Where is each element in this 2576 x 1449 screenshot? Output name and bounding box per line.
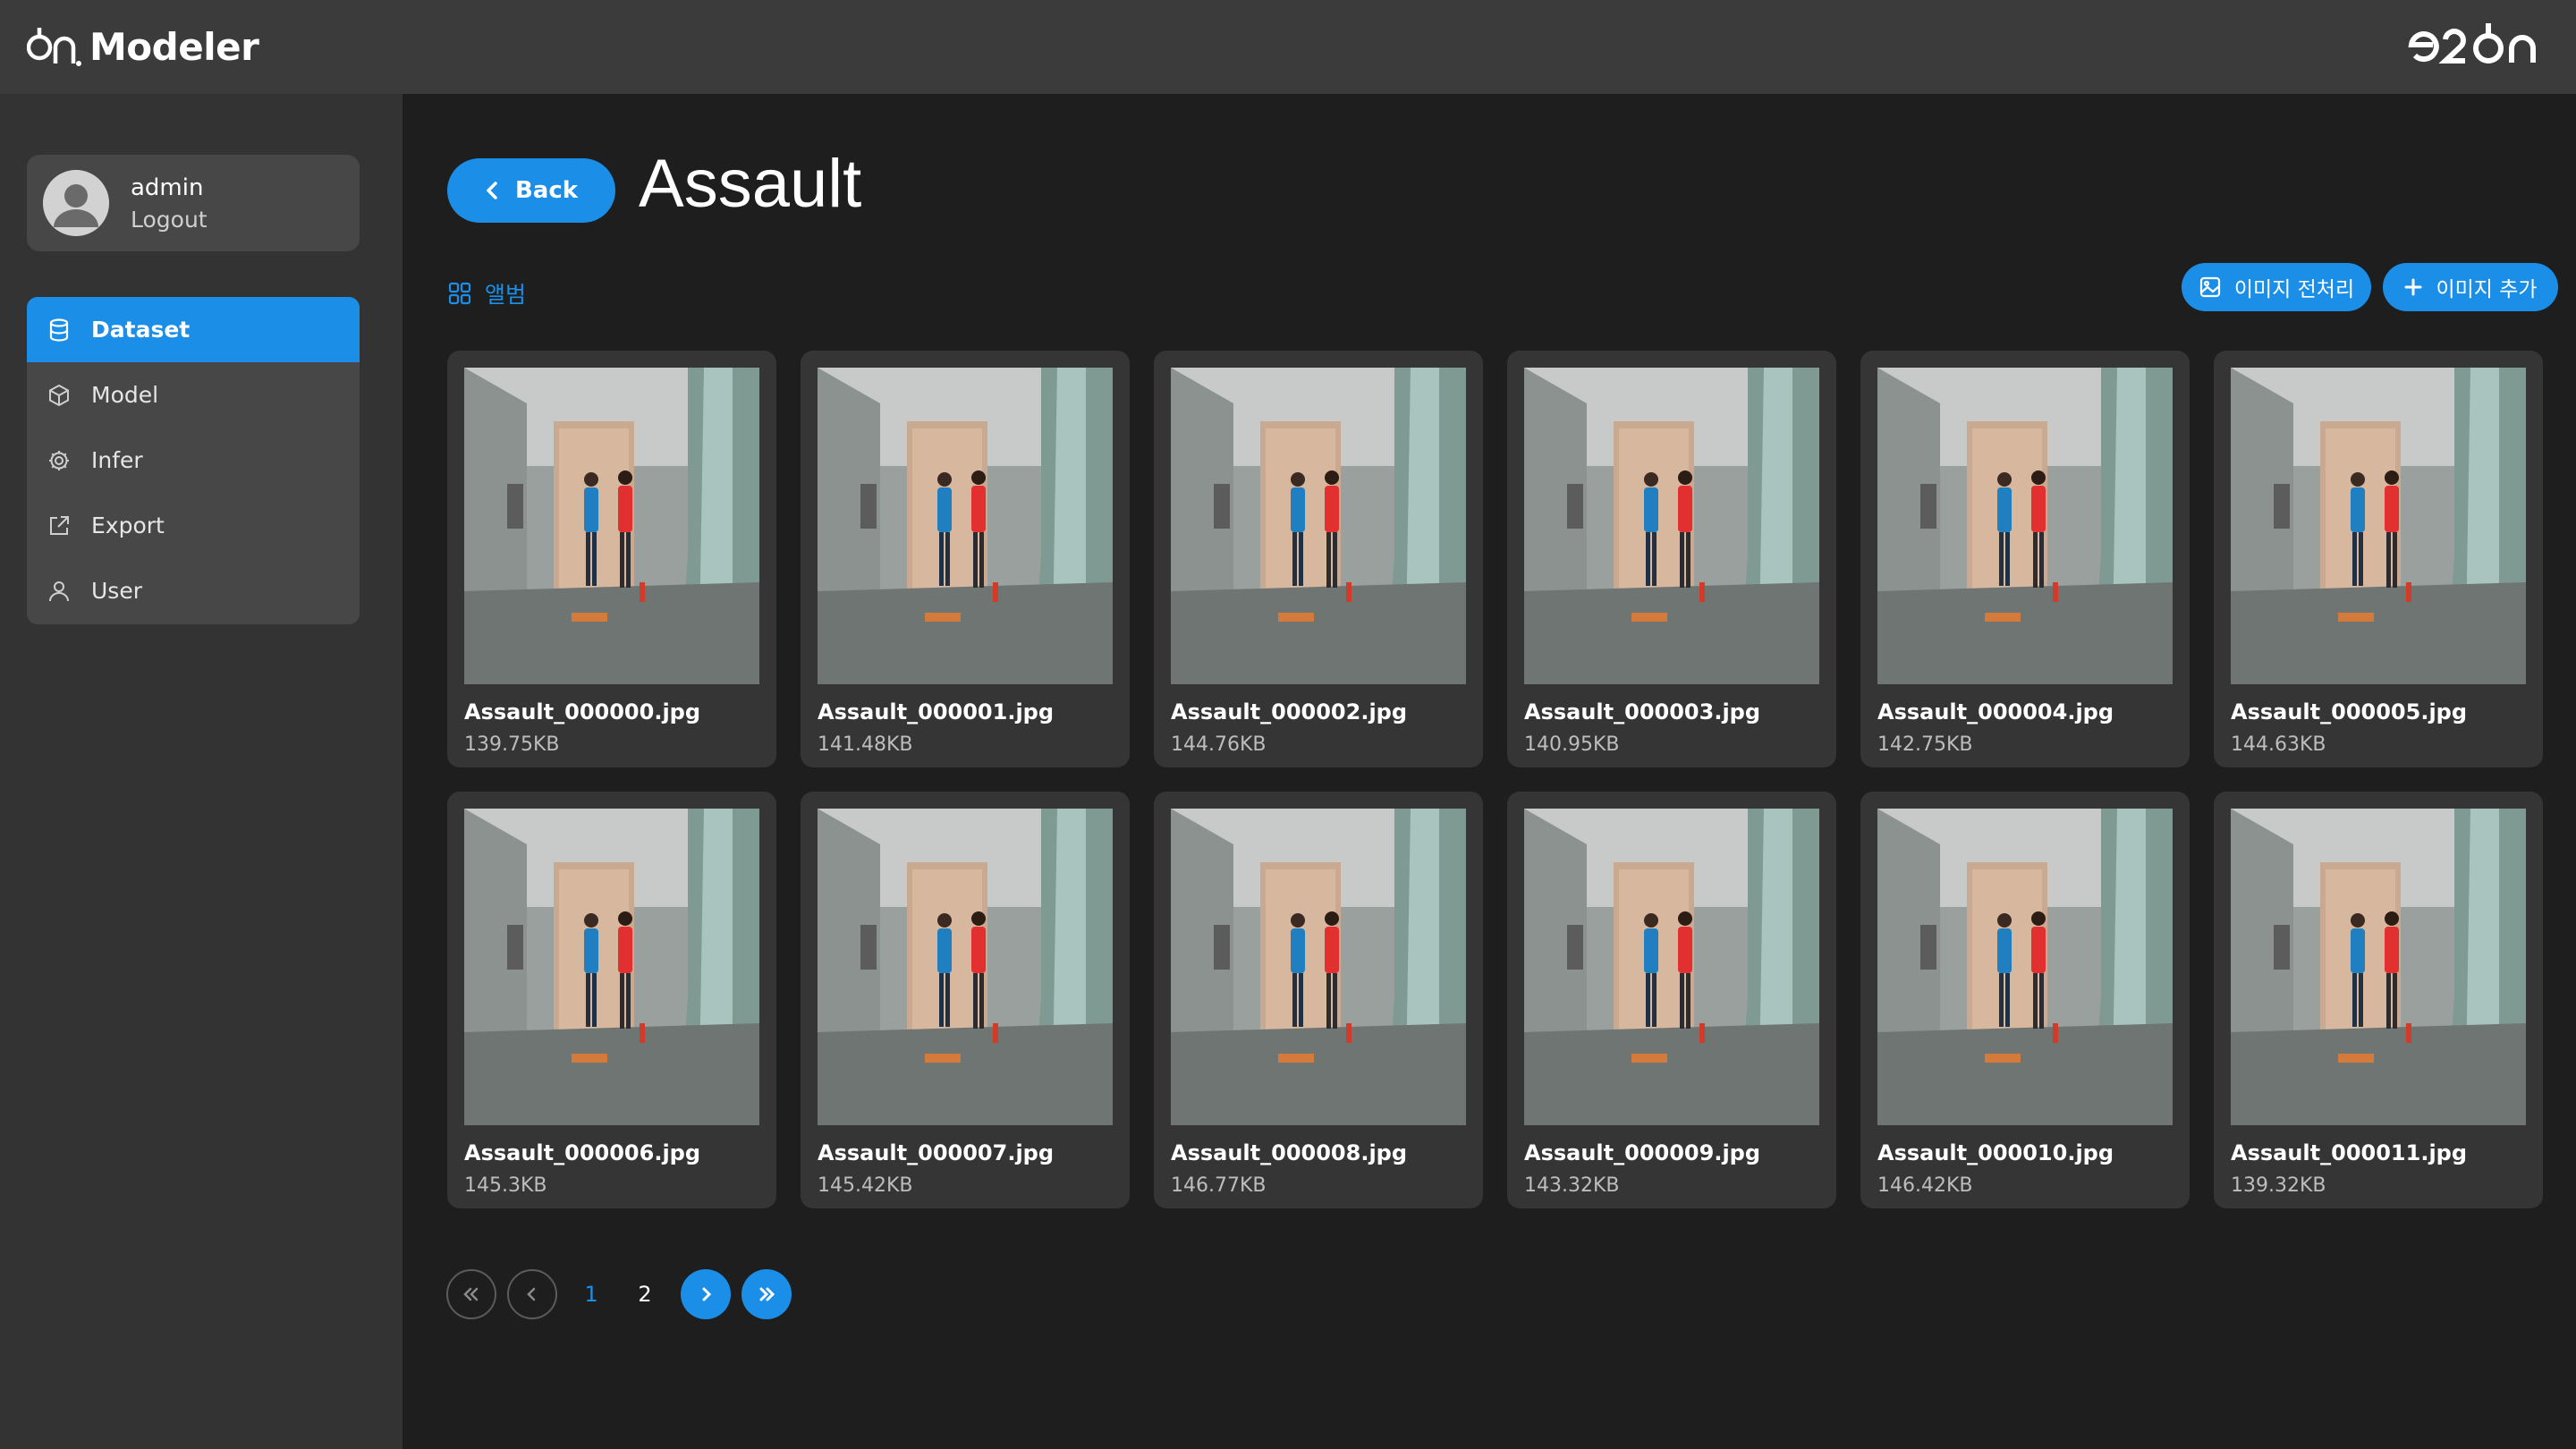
app-name: Modeler: [89, 24, 259, 69]
image-thumbnail[interactable]: [1524, 809, 1819, 1125]
sidebar-item-label: User: [91, 578, 142, 604]
user-icon: [49, 580, 69, 601]
chevron-left-icon: [487, 182, 497, 199]
image-icon: [2199, 276, 2220, 298]
image-card[interactable]: Assault_000006.jpg 145.3KB: [447, 792, 776, 1208]
double-chevron-left-icon: [463, 1287, 479, 1301]
export-icon: [50, 515, 69, 535]
image-preprocess-button[interactable]: 이미지 전처리: [2182, 263, 2371, 311]
add-image-label: 이미지 추가: [2436, 278, 2538, 301]
back-label: Back: [514, 177, 579, 204]
grid-view-icon: [448, 282, 471, 305]
image-card[interactable]: Assault_000008.jpg 146.77KB: [1154, 792, 1483, 1208]
image-thumbnail[interactable]: [1171, 368, 1466, 684]
page-title: Assault: [639, 146, 862, 222]
image-filesize: 144.76KB: [1171, 733, 1267, 756]
album-view-toggle[interactable]: 앨범: [447, 277, 526, 309]
prev-page-button[interactable]: [507, 1269, 557, 1319]
add-image-button[interactable]: 이미지 추가: [2383, 263, 2558, 311]
image-filesize: 146.42KB: [1877, 1174, 1973, 1197]
image-thumbnail[interactable]: [1877, 368, 2173, 684]
image-card[interactable]: Assault_000010.jpg 146.42KB: [1860, 792, 2190, 1208]
image-filesize: 145.3KB: [464, 1174, 547, 1197]
image-filesize: 139.75KB: [464, 733, 560, 756]
sidebar-item-label: Dataset: [91, 317, 191, 343]
sidebar-item-dataset[interactable]: Dataset: [27, 297, 360, 362]
image-filesize: 142.75KB: [1877, 733, 1973, 756]
image-filename: Assault_000009.jpg: [1524, 1140, 1761, 1165]
on-logo-icon: [27, 28, 81, 66]
gear-icon: [49, 450, 69, 470]
image-card[interactable]: Assault_000004.jpg 142.75KB: [1860, 351, 2190, 767]
image-card[interactable]: Assault_000002.jpg 144.76KB: [1154, 351, 1483, 767]
image-filesize: 144.63KB: [2231, 733, 2326, 756]
chevron-right-icon: [702, 1287, 712, 1301]
image-thumbnail[interactable]: [818, 368, 1113, 684]
image-thumbnail[interactable]: [818, 809, 1113, 1125]
chevron-left-icon: [527, 1287, 536, 1301]
image-thumbnail[interactable]: [2231, 809, 2526, 1125]
page-number-2[interactable]: 2: [618, 1282, 672, 1307]
image-filename: Assault_000007.jpg: [818, 1140, 1055, 1165]
preprocess-label: 이미지 전처리: [2233, 278, 2355, 301]
image-card[interactable]: Assault_000003.jpg 140.95KB: [1507, 351, 1836, 767]
sidebar-item-user[interactable]: User: [27, 558, 360, 623]
double-chevron-right-icon: [759, 1287, 775, 1301]
sidebar-item-infer[interactable]: Infer: [27, 428, 360, 493]
image-filename: Assault_000004.jpg: [1877, 699, 2114, 724]
last-page-button[interactable]: [741, 1269, 792, 1319]
user-name: admin: [131, 174, 204, 201]
database-icon: [49, 318, 69, 342]
page-number-1[interactable]: 1: [564, 1282, 618, 1307]
image-filename: Assault_000011.jpg: [2231, 1140, 2468, 1165]
image-filename: Assault_000002.jpg: [1171, 699, 1408, 724]
image-filesize: 141.48KB: [818, 733, 913, 756]
sidebar: admin Logout Dataset Model Infer Export …: [0, 94, 402, 1449]
image-card[interactable]: Assault_000001.jpg 141.48KB: [801, 351, 1130, 767]
image-card[interactable]: Assault_000000.jpg 139.75KB: [447, 351, 776, 767]
cube-icon: [49, 384, 69, 406]
plus-icon: [2404, 278, 2422, 296]
image-thumbnail[interactable]: [2231, 368, 2526, 684]
pagination: 1 2: [446, 1269, 792, 1319]
image-filesize: 140.95KB: [1524, 733, 1620, 756]
image-filesize: 139.32KB: [2231, 1174, 2326, 1197]
sidebar-item-label: Export: [91, 513, 165, 538]
e2on-logo-icon: [2408, 23, 2536, 64]
sidebar-item-export[interactable]: Export: [27, 493, 360, 558]
image-filesize: 146.77KB: [1171, 1174, 1267, 1197]
image-thumbnail[interactable]: [464, 368, 759, 684]
logout-link[interactable]: Logout: [131, 207, 208, 233]
image-card[interactable]: Assault_000007.jpg 145.42KB: [801, 792, 1130, 1208]
sidebar-item-label: Infer: [91, 447, 143, 473]
album-label: 앨범: [485, 282, 527, 308]
image-filename: Assault_000008.jpg: [1171, 1140, 1408, 1165]
user-card: admin Logout: [27, 155, 360, 251]
image-card[interactable]: Assault_000011.jpg 139.32KB: [2214, 792, 2543, 1208]
image-filename: Assault_000006.jpg: [464, 1140, 701, 1165]
image-filename: Assault_000005.jpg: [2231, 699, 2468, 724]
image-filename: Assault_000001.jpg: [818, 699, 1055, 724]
image-card[interactable]: Assault_000009.jpg 143.32KB: [1507, 792, 1836, 1208]
image-card[interactable]: Assault_000005.jpg 144.63KB: [2214, 351, 2543, 767]
back-button[interactable]: Back: [447, 158, 615, 223]
image-filesize: 143.32KB: [1524, 1174, 1620, 1197]
user-avatar-icon: [43, 170, 109, 236]
sidebar-item-model[interactable]: Model: [27, 362, 360, 428]
sidebar-item-label: Model: [91, 382, 159, 408]
image-filename: Assault_000010.jpg: [1877, 1140, 2114, 1165]
image-filename: Assault_000003.jpg: [1524, 699, 1761, 724]
image-thumbnail[interactable]: [1877, 809, 2173, 1125]
sidebar-nav: Dataset Model Infer Export User: [27, 297, 360, 624]
app-logo[interactable]: Modeler: [27, 11, 259, 82]
image-thumbnail[interactable]: [464, 809, 759, 1125]
image-filesize: 145.42KB: [818, 1174, 913, 1197]
image-grid: Assault_000000.jpg 139.75KB Assault_00000…: [447, 351, 2544, 1208]
image-thumbnail[interactable]: [1171, 809, 1466, 1125]
image-filename: Assault_000000.jpg: [464, 699, 701, 724]
image-thumbnail[interactable]: [1524, 368, 1819, 684]
first-page-button[interactable]: [446, 1269, 496, 1319]
next-page-button[interactable]: [681, 1269, 731, 1319]
top-bar: Modeler: [0, 0, 2576, 94]
